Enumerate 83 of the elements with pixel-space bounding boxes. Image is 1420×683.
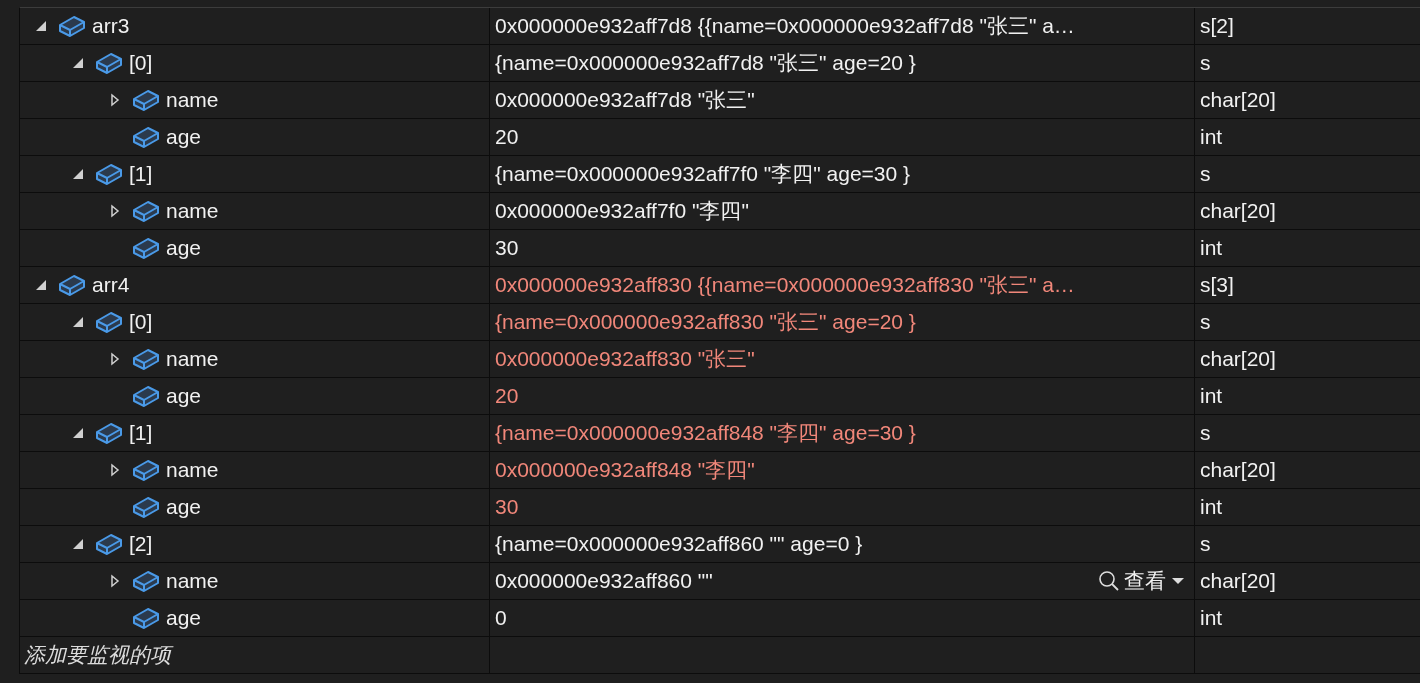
variable-value: 0x000000e932aff830 {{name=0x000000e932aff830 "张三" a… bbox=[495, 272, 1075, 298]
collapsed-arrow-icon[interactable] bbox=[110, 204, 120, 218]
expanded-arrow-icon[interactable] bbox=[72, 57, 84, 69]
variable-name: name bbox=[166, 458, 219, 482]
variable-value: {name=0x000000e932aff860 "" age=0 } bbox=[495, 532, 863, 556]
variable-name: [1] bbox=[129, 421, 153, 445]
variable-type: s[2] bbox=[1200, 14, 1234, 38]
variable-value: {name=0x000000e932aff830 "张三" age=20 } bbox=[495, 309, 916, 335]
variable-type: char[20] bbox=[1200, 569, 1276, 593]
search-icon bbox=[1098, 570, 1120, 592]
variable-name: [0] bbox=[129, 51, 153, 75]
expanded-arrow-icon[interactable] bbox=[72, 427, 84, 439]
variable-value: {name=0x000000e932aff848 "李四" age=30 } bbox=[495, 420, 916, 446]
expanded-arrow-icon[interactable] bbox=[72, 316, 84, 328]
collapsed-arrow-icon[interactable] bbox=[110, 352, 120, 366]
object-icon bbox=[132, 457, 160, 483]
object-icon bbox=[95, 50, 123, 76]
variable-name: [2] bbox=[129, 532, 153, 556]
variable-type: s bbox=[1200, 532, 1211, 556]
collapsed-arrow-icon[interactable] bbox=[110, 463, 120, 477]
variable-value: 20 bbox=[495, 125, 519, 149]
collapsed-arrow-icon[interactable] bbox=[110, 574, 120, 588]
object-icon bbox=[58, 272, 86, 298]
variable-value: {name=0x000000e932aff7d8 "张三" age=20 } bbox=[495, 50, 916, 76]
variable-type: int bbox=[1200, 236, 1223, 260]
variable-type: s bbox=[1200, 162, 1211, 186]
variable-type: int bbox=[1200, 606, 1223, 630]
variable-name: name bbox=[166, 88, 219, 112]
variable-type: int bbox=[1200, 125, 1223, 149]
object-icon bbox=[132, 568, 160, 594]
variable-value: 0 bbox=[495, 606, 507, 630]
object-icon bbox=[132, 383, 160, 409]
variable-name: name bbox=[166, 199, 219, 223]
variable-type: int bbox=[1200, 384, 1223, 408]
object-icon bbox=[132, 87, 160, 113]
variable-name: age bbox=[166, 236, 202, 260]
object-icon bbox=[132, 124, 160, 150]
variable-type: s bbox=[1200, 421, 1211, 445]
variable-type: char[20] bbox=[1200, 458, 1276, 482]
variable-value: 0x000000e932aff860 "" bbox=[495, 569, 713, 593]
expanded-arrow-icon[interactable] bbox=[35, 279, 47, 291]
variable-type: char[20] bbox=[1200, 199, 1276, 223]
variable-value: 20 bbox=[495, 384, 519, 408]
expanded-arrow-icon[interactable] bbox=[72, 538, 84, 550]
object-icon bbox=[132, 605, 160, 631]
variable-value: {name=0x000000e932aff7f0 "李四" age=30 } bbox=[495, 161, 911, 187]
variable-type: int bbox=[1200, 495, 1223, 519]
object-icon bbox=[132, 346, 160, 372]
variable-value: 30 bbox=[495, 236, 519, 260]
caret-icon bbox=[1170, 576, 1186, 586]
variable-type: s[3] bbox=[1200, 273, 1234, 297]
variable-name: [0] bbox=[129, 310, 153, 334]
variable-name: age bbox=[166, 125, 202, 149]
collapsed-arrow-icon[interactable] bbox=[110, 93, 120, 107]
variable-name: [1] bbox=[129, 162, 153, 186]
variable-name: name bbox=[166, 569, 219, 593]
expanded-arrow-icon[interactable] bbox=[72, 168, 84, 180]
object-icon bbox=[95, 309, 123, 335]
variable-type: s bbox=[1200, 310, 1211, 334]
variable-name: age bbox=[166, 384, 202, 408]
variable-name: arr3 bbox=[92, 14, 130, 38]
variable-name: age bbox=[166, 606, 202, 630]
variable-value: 0x000000e932aff7d8 {{name=0x000000e932aff7d8 "张三" a… bbox=[495, 13, 1075, 39]
variable-name: arr4 bbox=[92, 273, 130, 297]
variable-value: 30 bbox=[495, 495, 519, 519]
variable-name: age bbox=[166, 495, 202, 519]
variable-type: s bbox=[1200, 51, 1211, 75]
variable-name: name bbox=[166, 347, 219, 371]
variable-value: 0x000000e932aff7d8 "张三" bbox=[495, 87, 755, 113]
variable-value: 0x000000e932aff7f0 "李四" bbox=[495, 198, 749, 224]
view-button[interactable]: 查看 bbox=[1096, 567, 1188, 595]
object-icon bbox=[95, 420, 123, 446]
variable-type: char[20] bbox=[1200, 88, 1276, 112]
expanded-arrow-icon[interactable] bbox=[35, 20, 47, 32]
object-icon bbox=[58, 13, 86, 39]
variable-type: char[20] bbox=[1200, 347, 1276, 371]
object-icon bbox=[95, 531, 123, 557]
variable-value: 0x000000e932aff848 "李四" bbox=[495, 457, 755, 483]
object-icon bbox=[132, 235, 160, 261]
variable-value: 0x000000e932aff830 "张三" bbox=[495, 346, 755, 372]
object-icon bbox=[132, 198, 160, 224]
object-icon bbox=[132, 494, 160, 520]
object-icon bbox=[95, 161, 123, 187]
